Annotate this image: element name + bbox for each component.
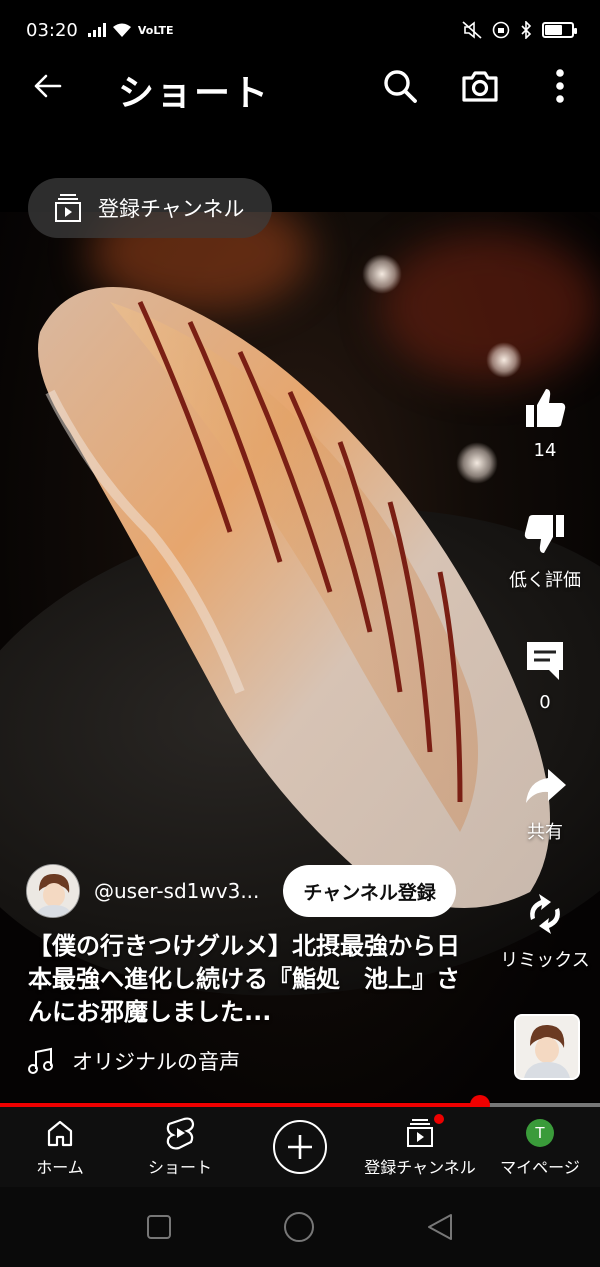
like-action[interactable]: 14 — [490, 380, 600, 461]
like-button[interactable] — [517, 380, 573, 436]
comment-action[interactable]: 0 — [490, 632, 600, 713]
subscriptions-icon — [55, 194, 81, 222]
subscriptions-icon — [407, 1119, 433, 1147]
subscriptions-chip[interactable]: 登録チャンネル — [28, 178, 273, 238]
bottom-navigation: ホーム ショート 登録チャンネル T マイページ — [0, 1107, 600, 1187]
search-icon — [384, 70, 417, 103]
remix-action[interactable]: リミックス — [490, 886, 600, 972]
more-options-button[interactable] — [538, 64, 582, 108]
chip-label: 登録チャンネル — [98, 197, 245, 221]
more-vert-icon — [556, 69, 564, 103]
back-button[interactable] — [28, 66, 68, 106]
shorts-icon — [166, 1117, 195, 1150]
status-time: 03:20 — [26, 19, 78, 41]
avatar-illustration — [27, 865, 79, 917]
comment-button[interactable] — [517, 632, 573, 688]
home-icon — [47, 1120, 73, 1147]
nav-subscriptions[interactable]: 登録チャンネル — [360, 1107, 480, 1187]
channel-row: @user-sd1wv3... チャンネル登録 — [26, 864, 456, 918]
back-triangle-icon[interactable] — [426, 1212, 454, 1242]
channel-handle[interactable]: @user-sd1wv3... — [94, 879, 259, 903]
audio-thumbnail[interactable] — [514, 1014, 580, 1080]
like-count: 14 — [533, 440, 557, 461]
share-action[interactable]: 共有 — [490, 758, 600, 844]
status-right-icons — [462, 21, 577, 39]
status-bar: 03:20 VoLTE — [0, 0, 600, 60]
audio-row[interactable]: オリジナルの音声 — [28, 1046, 240, 1076]
thumb-down-icon — [524, 515, 564, 553]
notification-dot — [434, 1114, 444, 1124]
search-button[interactable] — [378, 64, 422, 108]
battery-icon — [542, 22, 577, 38]
system-navigation — [0, 1187, 600, 1267]
nav-shorts-label: ショート — [147, 1158, 212, 1177]
remix-button[interactable] — [517, 886, 573, 942]
dislike-button[interactable] — [517, 506, 573, 562]
comment-icon — [527, 642, 563, 680]
remix-label: リミックス — [500, 950, 590, 971]
mute-icon — [462, 21, 482, 39]
back-arrow-icon — [34, 74, 62, 98]
music-note-icon — [28, 1047, 53, 1074]
subscribe-button[interactable]: チャンネル登録 — [283, 865, 456, 917]
page-title: ショート — [118, 73, 271, 114]
share-label: 共有 — [527, 822, 563, 843]
avatar-icon: T — [526, 1119, 554, 1147]
audio-label: オリジナルの音声 — [72, 1050, 240, 1074]
alarm-icon — [492, 21, 510, 39]
dislike-label: 低く評価 — [509, 570, 581, 591]
remix-icon — [530, 894, 560, 934]
dislike-action[interactable]: 低く評価 — [490, 506, 600, 592]
thumb-up-icon — [526, 389, 566, 427]
nav-mypage[interactable]: T マイページ — [480, 1107, 600, 1187]
create-button[interactable] — [273, 1120, 327, 1174]
comment-count: 0 — [539, 692, 551, 713]
share-icon — [526, 769, 566, 803]
video-caption[interactable]: 【僕の行きつけグルメ】北摂最強から日本最強へ進化し続ける『鮨処 池上』さんにお邪… — [28, 930, 468, 1029]
channel-avatar[interactable] — [26, 864, 80, 918]
header-bar: ショート — [0, 60, 600, 114]
avatar-illustration — [516, 1016, 578, 1078]
volte-label: VoLTE — [137, 23, 174, 37]
nav-home[interactable]: ホーム — [0, 1107, 120, 1187]
nav-create[interactable] — [240, 1107, 360, 1187]
bluetooth-icon — [521, 21, 532, 39]
camera-button[interactable] — [458, 64, 502, 108]
camera-icon — [462, 71, 498, 102]
nav-shorts[interactable]: ショート — [120, 1107, 240, 1187]
home-circle-icon[interactable] — [283, 1211, 315, 1243]
share-button[interactable] — [517, 758, 573, 814]
signal-icon — [87, 23, 106, 37]
nav-mypage-label: マイページ — [500, 1158, 580, 1177]
nav-subscriptions-label: 登録チャンネル — [364, 1158, 476, 1177]
nav-home-label: ホーム — [36, 1158, 84, 1177]
wifi-icon — [112, 23, 131, 37]
status-left-icons: VoLTE — [87, 22, 174, 38]
recent-apps-icon[interactable] — [146, 1214, 172, 1240]
create-plus-icon — [288, 1135, 312, 1159]
